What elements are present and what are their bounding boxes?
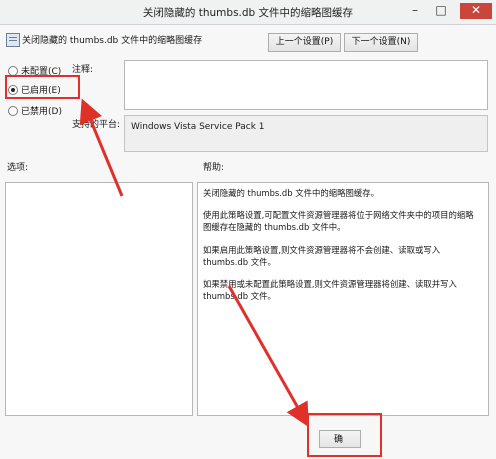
arrow-to-enabled xyxy=(79,98,124,197)
arrow-to-ok xyxy=(227,285,309,428)
annotation-arrows xyxy=(79,98,309,428)
